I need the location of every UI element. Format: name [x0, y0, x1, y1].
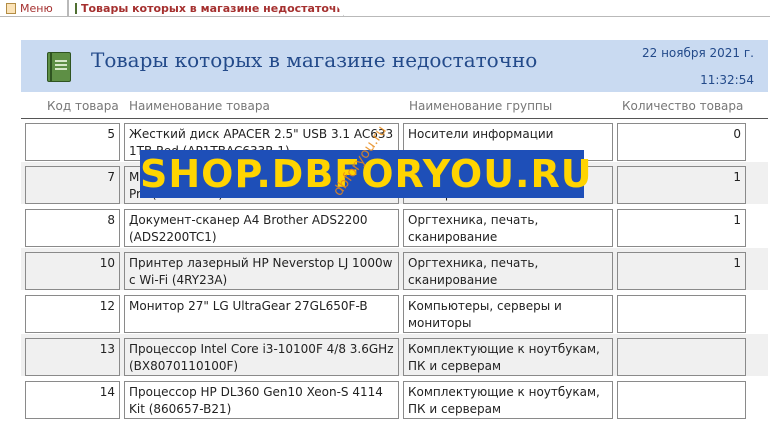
table-row: 10 Принтер лазерный HP Neverstop LJ 1000… [21, 248, 768, 290]
report-time: 11:32:54 [700, 73, 754, 87]
tab-report[interactable]: Товары которых в магазине недостаточно [68, 0, 344, 16]
cell-code[interactable]: 12 [25, 295, 120, 333]
cell-qty[interactable] [617, 338, 746, 376]
table-row: 14 Процессор HP DL360 Gen10 Xeon-S 4114 … [21, 377, 768, 419]
cell-name[interactable]: Процессор Intel Core i3-10100F 4/8 3.6GH… [124, 338, 399, 376]
cell-name[interactable]: Монитор 27" LG UltraGear 27GL650F-B [124, 295, 399, 333]
cell-code[interactable]: 14 [25, 381, 120, 419]
cell-group[interactable]: Компьютеры, серверы и мониторы [403, 295, 613, 333]
cell-group[interactable]: Комплектующие к ноутбукам, ПК и серверам [403, 338, 613, 376]
cell-qty[interactable]: 1 [617, 166, 746, 204]
tab-menu-label: Меню [20, 1, 53, 15]
book-icon [47, 52, 71, 82]
table-row: 13 Процессор Intel Core i3-10100F 4/8 3.… [21, 334, 768, 376]
cell-group[interactable]: Комплектующие к ноутбукам, ПК и серверам [403, 381, 613, 419]
column-header-group: Наименование группы [409, 99, 553, 113]
cell-code[interactable]: 13 [25, 338, 120, 376]
cell-group[interactable]: Оргтехника, печать, сканирование [403, 209, 613, 247]
cell-qty[interactable] [617, 381, 746, 419]
cell-qty[interactable] [617, 295, 746, 333]
column-header-name: Наименование товара [129, 99, 270, 113]
report-date: 22 ноября 2021 г. [641, 46, 754, 60]
table-row: 12 Монитор 27" LG UltraGear 27GL650F-B К… [21, 291, 768, 333]
cell-name[interactable]: Процессор HP DL360 Gen10 Xeon-S 4114 Kit… [124, 381, 399, 419]
column-header-qty: Количество товара [622, 99, 744, 113]
cell-qty[interactable]: 1 [617, 252, 746, 290]
document-tab-bar: Меню Товары которых в магазине недостато… [0, 0, 770, 17]
cell-group[interactable]: Оргтехника, печать, сканирование [403, 252, 613, 290]
cell-qty[interactable]: 0 [617, 123, 746, 161]
report-header: Товары которых в магазине недостаточно 2… [21, 40, 768, 92]
report-icon [75, 2, 77, 14]
cell-name[interactable]: Документ-сканер A4 Brother ADS2200 (ADS2… [124, 209, 399, 247]
report-title: Товары которых в магазине недостаточно [91, 48, 538, 72]
cell-code[interactable]: 10 [25, 252, 120, 290]
cell-qty[interactable]: 1 [617, 209, 746, 247]
tab-menu[interactable]: Меню [0, 0, 68, 16]
cell-name[interactable]: Принтер лазерный HP Neverstop LJ 1000w c… [124, 252, 399, 290]
cell-code[interactable]: 7 [25, 166, 120, 204]
column-header-code: Код товара [47, 99, 119, 113]
cell-code[interactable]: 8 [25, 209, 120, 247]
table-row: 8 Документ-сканер A4 Brother ADS2200 (AD… [21, 205, 768, 247]
tab-report-label: Товары которых в магазине недостаточно [81, 1, 352, 15]
form-icon [6, 2, 16, 14]
cell-code[interactable]: 5 [25, 123, 120, 161]
